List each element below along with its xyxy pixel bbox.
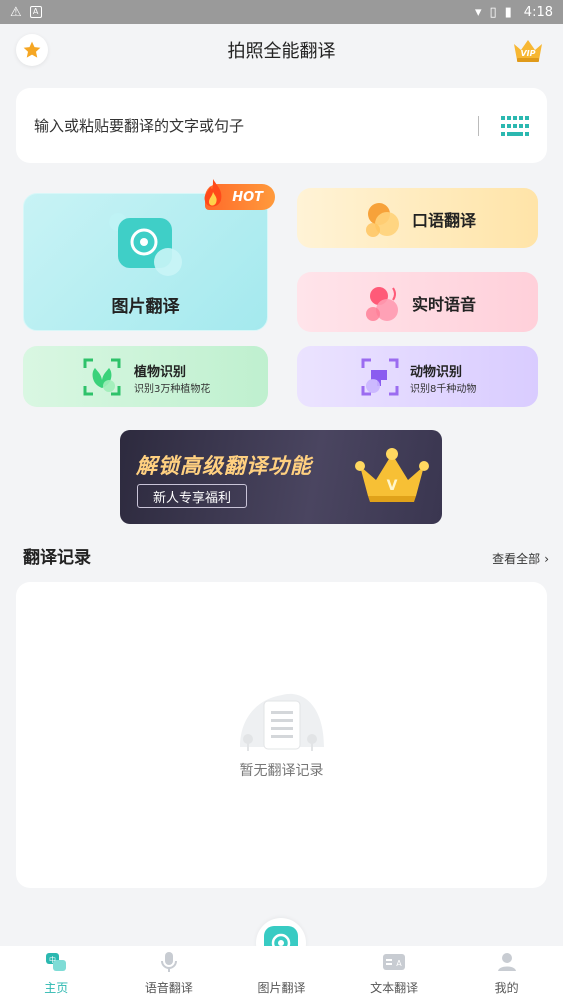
plant-recognition-desc: 识别3万种植物花	[134, 384, 211, 395]
flame-icon	[204, 179, 222, 207]
crown-icon: V	[355, 448, 429, 502]
nav-voice-label: 语音翻译	[144, 981, 193, 995]
translate-input[interactable]: 输入或粘贴要翻译的文字或句子	[16, 88, 547, 163]
page-title: 拍照全能翻译	[227, 41, 336, 62]
oral-translate-card[interactable]: 口语翻译	[297, 188, 538, 248]
input-placeholder: 输入或粘贴要翻译的文字或句子	[34, 117, 245, 135]
speech-bubble-icon	[366, 203, 399, 237]
svg-text:A: A	[396, 959, 402, 968]
hot-badge: HOT	[204, 179, 275, 210]
svg-text:V: V	[387, 478, 398, 494]
nav-mine-label: 我的	[494, 981, 519, 995]
app-notification-icon: A	[29, 6, 42, 18]
app-header: 拍照全能翻译 VIP	[0, 24, 563, 76]
animal-recognition-card[interactable]: 动物识别 识别8千种动物	[297, 346, 538, 407]
signal-icon: ▯	[489, 4, 497, 20]
realtime-voice-label: 实时语音	[412, 295, 477, 314]
plant-scan-icon	[83, 358, 121, 396]
vip-crown-icon[interactable]: VIP	[511, 34, 545, 66]
empty-document-icon	[240, 693, 324, 751]
star-icon	[23, 41, 41, 58]
nav-home[interactable]: 中 主页	[11, 950, 101, 996]
vip-banner[interactable]: 解锁高级翻译功能 新人专享福利 V	[120, 430, 442, 524]
nav-photo[interactable]: 图片翻译	[236, 950, 326, 996]
keyboard-icon[interactable]	[501, 115, 529, 136]
newcomer-benefit-button[interactable]: 新人专享福利	[137, 484, 247, 508]
plant-recognition-card[interactable]: 植物识别 识别3万种植物花	[23, 346, 268, 407]
history-title: 翻译记录	[23, 548, 91, 568]
svg-text:VIP: VIP	[520, 49, 535, 58]
home-icon: 中	[46, 953, 67, 971]
svg-text:中: 中	[49, 955, 56, 964]
nav-photo-label: 图片翻译	[257, 981, 306, 995]
user-icon	[497, 953, 516, 971]
status-bar: ⚠ A ▾ ▯ ▮ 4:18	[0, 0, 563, 24]
text-translate-icon: A	[383, 954, 406, 970]
view-all-link[interactable]: 查看全部 ›	[492, 550, 549, 567]
empty-history-text: 暂无翻译记录	[239, 763, 324, 779]
history-list: 暂无翻译记录	[16, 582, 547, 888]
nav-home-label: 主页	[44, 981, 69, 995]
banner-title: 解锁高级翻译功能	[136, 454, 312, 478]
warning-icon: ⚠	[10, 4, 22, 20]
microphone-icon	[160, 952, 177, 972]
nav-text[interactable]: A 文本翻译	[349, 950, 439, 996]
battery-icon: ▮	[504, 4, 512, 20]
nav-voice[interactable]: 语音翻译	[124, 950, 214, 996]
animal-scan-icon	[361, 358, 399, 396]
favorites-button[interactable]	[16, 34, 48, 66]
plant-recognition-label: 植物识别	[134, 365, 187, 380]
view-all-label: 查看全部	[492, 552, 541, 566]
realtime-voice-card[interactable]: 实时语音	[297, 272, 538, 332]
animal-recognition-desc: 识别8千种动物	[410, 384, 477, 395]
bottom-navigation: 中 主页 语音翻译 图片翻译 A 文本翻译 我的	[0, 946, 563, 1002]
chevron-right-icon: ›	[544, 551, 549, 566]
oral-translate-label: 口语翻译	[412, 211, 477, 230]
photo-translate-card[interactable]: HOT 图片翻译	[23, 179, 275, 331]
input-divider	[478, 115, 479, 136]
hot-badge-text: HOT	[232, 189, 263, 205]
camera-icon	[109, 213, 182, 276]
photo-translate-label: 图片翻译	[111, 297, 180, 317]
nav-text-label: 文本翻译	[370, 981, 419, 995]
status-time: 4:18	[523, 4, 553, 20]
voice-wave-icon	[366, 287, 398, 321]
nav-mine[interactable]: 我的	[462, 950, 552, 996]
wifi-icon: ▾	[474, 4, 482, 20]
animal-recognition-label: 动物识别	[410, 365, 463, 380]
